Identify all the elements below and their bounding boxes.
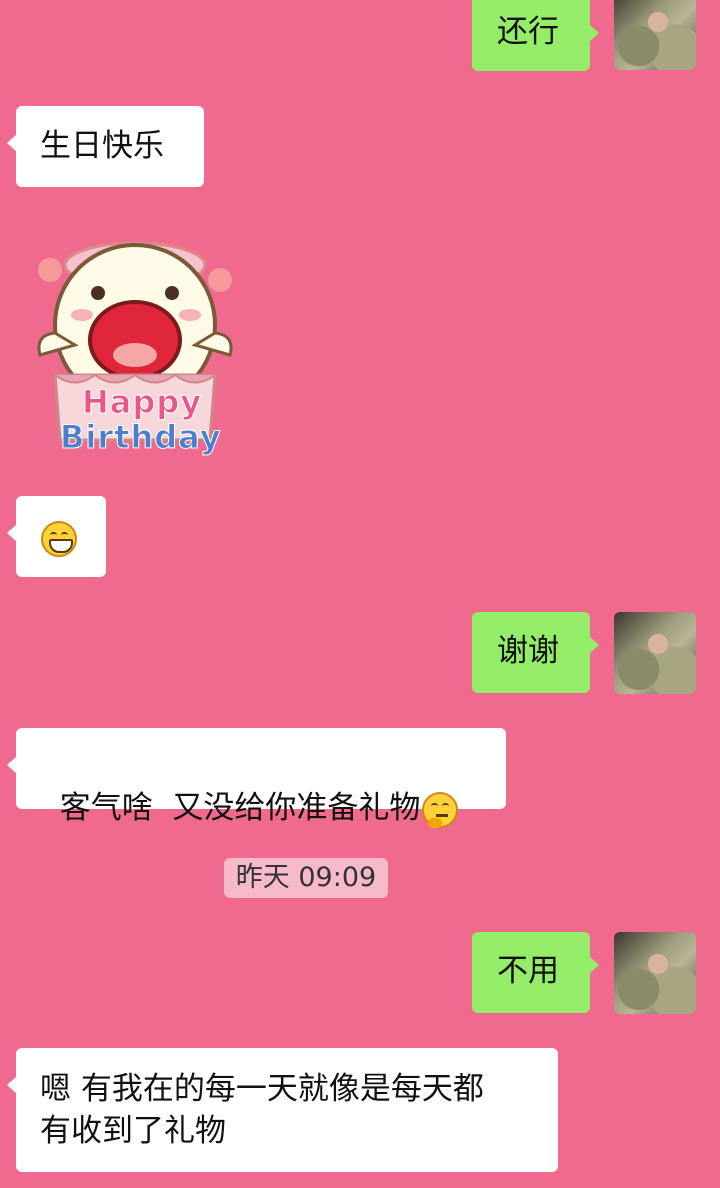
avatar-face-icon [648, 954, 668, 974]
avatar[interactable] [614, 932, 696, 1014]
message-bubble-incoming[interactable]: 客气啥 又没给你准备礼物 [7, 728, 506, 828]
message-bubble-outgoing[interactable]: 还行 [472, 0, 599, 71]
message-text: 不用 [497, 953, 559, 989]
happy-birthday-sticker[interactable]: Happy Birthday [30, 225, 240, 465]
sticker-text-birthday: Birthday [60, 418, 222, 457]
message-text: 谢谢 [497, 633, 559, 669]
message-bubble-outgoing[interactable]: 不用 [472, 932, 599, 1013]
message-text: 生日快乐 [40, 128, 164, 164]
message-bubble-incoming[interactable]: 嗯 有我在的每一天就像是每天都 有收到了礼物 [7, 1048, 558, 1172]
avatar-face-icon [648, 12, 668, 32]
sticker-text-happy: Happy [81, 383, 203, 422]
grinning-face-icon [41, 520, 77, 557]
message-text-line: 有收到了礼物 [40, 1113, 226, 1149]
message-bubble-incoming[interactable]: 生日快乐 [7, 106, 204, 187]
message-bubble-incoming[interactable] [7, 496, 106, 577]
message-text: 客气啥 又没给你准备礼物 [59, 790, 421, 826]
thinking-face-icon [422, 791, 459, 828]
message-text-line: 嗯 有我在的每一天就像是每天都 [40, 1071, 484, 1107]
message-bubble-outgoing[interactable]: 谢谢 [472, 612, 599, 693]
avatar[interactable] [614, 0, 696, 70]
timestamp: 昨天 09:09 [224, 858, 388, 898]
avatar-face-icon [648, 634, 668, 654]
avatar[interactable] [614, 612, 696, 694]
message-text: 还行 [497, 14, 559, 50]
